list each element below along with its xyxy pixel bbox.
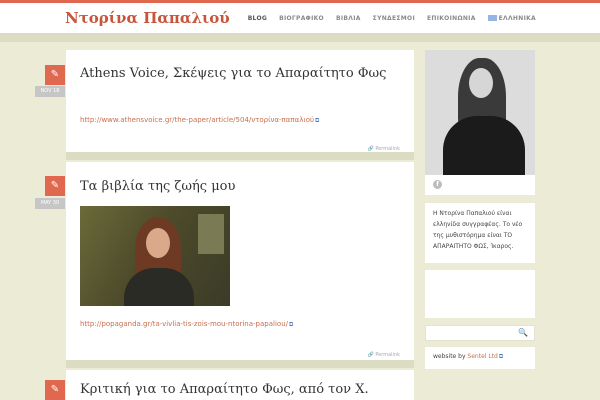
link-icon: 🔗	[367, 352, 374, 358]
sidebar-widget	[425, 270, 535, 318]
post-link[interactable]: http://www.athensvoice.gr/the-paper/arti…	[80, 116, 319, 125]
post-link-text: http://www.athensvoice.gr/the-paper/arti…	[80, 116, 315, 124]
external-link-icon: ⧉	[315, 117, 320, 124]
main-nav: BLOG ΒΙΟΓΡΑΦΙΚΟ ΒΙΒΛΙΑ ΣΥΝΔΕΣΜΟΙ ΕΠΙΚΟΙΝ…	[248, 15, 536, 22]
edit-icon[interactable]: ✎	[45, 380, 65, 400]
post-title[interactable]: Κριτική για το Απαραίτητο Φως, από τον Χ…	[80, 382, 369, 397]
photo-face	[469, 68, 493, 98]
author-photo	[425, 50, 535, 175]
search-input[interactable]: 🔍	[425, 325, 535, 341]
nav-item-language[interactable]: ΕΛΛΗΝΙΚΑ	[487, 15, 536, 22]
social-bar: f	[425, 175, 535, 195]
nav-item-blog[interactable]: BLOG	[248, 15, 267, 22]
edit-icon[interactable]: ✎	[45, 176, 65, 196]
image-body	[124, 268, 194, 306]
image-face	[146, 228, 170, 258]
facebook-icon[interactable]: f	[433, 180, 442, 189]
post-title[interactable]: Τα βιβλία της ζωής μου	[80, 179, 235, 194]
top-bar: Ντορίνα Παπαλιού BLOG ΒΙΟΓΡΑΦΙΚΟ ΒΙΒΛΙΑ …	[0, 0, 600, 33]
post-title[interactable]: Athens Voice, Σκέψεις για το Απαραίτητο …	[80, 66, 386, 81]
nav-item-contact[interactable]: ΕΠΙΚΟΙΝΩΝΙΑ	[427, 15, 476, 22]
nav-item-biography[interactable]: ΒΙΟΓΡΑΦΙΚΟ	[279, 15, 324, 22]
post-date: MAY 30	[35, 198, 65, 209]
post-link[interactable]: http://popaganda.gr/ta-vivlia-tis-zois-m…	[80, 320, 293, 329]
post-card: Athens Voice, Σκέψεις για το Απαραίτητο …	[66, 50, 414, 152]
post-image[interactable]	[80, 206, 230, 306]
image-window	[198, 214, 224, 254]
site-credit: website by Sentel Ltd⧉	[425, 347, 535, 369]
nav-item-links[interactable]: ΣΥΝΔΕΣΜΟΙ	[373, 15, 415, 22]
external-link-icon: ⧉	[289, 321, 294, 328]
edit-icon[interactable]: ✎	[45, 65, 65, 85]
site-title[interactable]: Ντορίνα Παπαλιού	[65, 9, 230, 27]
post-date: NOV 18	[35, 86, 65, 97]
permalink[interactable]: 🔗 Permalink	[368, 352, 401, 358]
post-card: Τα βιβλία της ζωής μου http://popaganda.…	[66, 162, 414, 360]
post-divider	[66, 152, 414, 160]
greek-flag-icon	[487, 15, 497, 21]
search-icon[interactable]: 🔍	[518, 328, 528, 337]
header-band	[0, 34, 600, 42]
credit-link[interactable]: Sentel Ltd	[467, 353, 497, 360]
post-card: Κριτική για το Απαραίτητο Φως, από τον Χ…	[66, 370, 414, 400]
credit-prefix: website by	[433, 353, 468, 360]
photo-body	[443, 116, 525, 175]
post-link-text: http://popaganda.gr/ta-vivlia-tis-zois-m…	[80, 320, 288, 328]
permalink-label: Permalink	[375, 352, 400, 358]
post-divider	[66, 360, 414, 368]
external-link-icon: ⧉	[498, 353, 504, 360]
author-bio: Η Ντορίνα Παπαλιού είναι ελληνίδα συγγρα…	[425, 203, 535, 263]
nav-item-books[interactable]: ΒΙΒΛΙΑ	[336, 15, 361, 22]
nav-item-language-label: ΕΛΛΗΝΙΚΑ	[498, 15, 536, 22]
